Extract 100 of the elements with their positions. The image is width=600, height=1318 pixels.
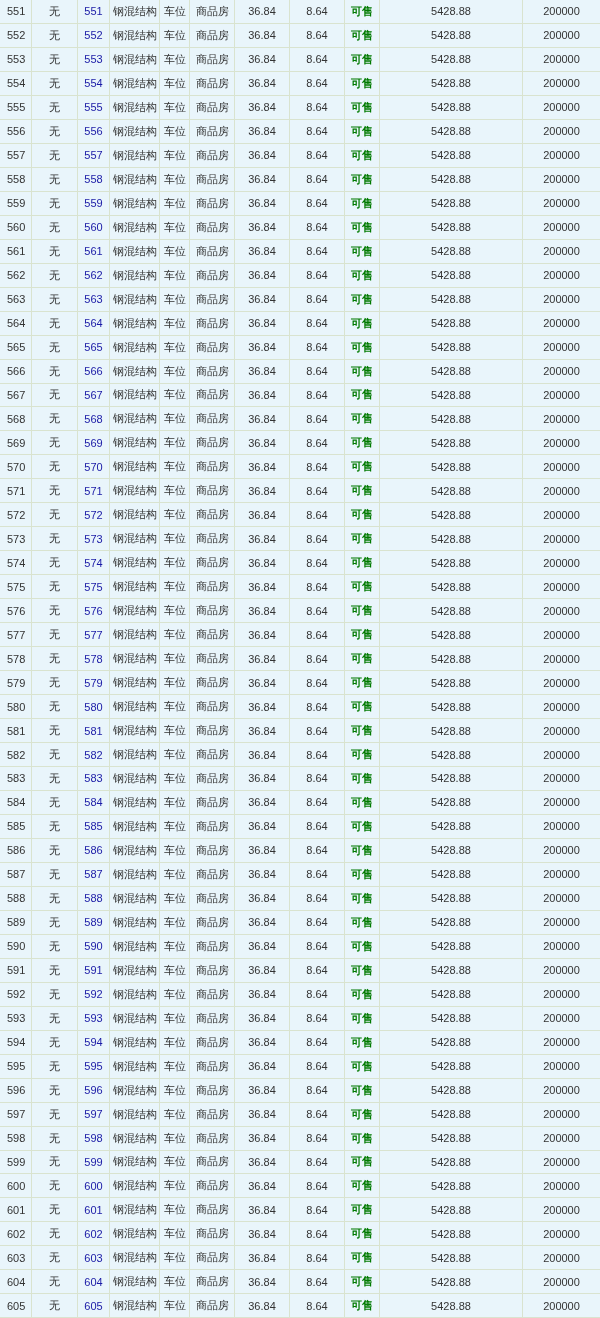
unit-link[interactable]: 587 — [78, 862, 110, 886]
unit-link[interactable]: 565 — [78, 335, 110, 359]
table-cell: 商品房 — [190, 1030, 235, 1054]
status-cell: 可售 — [345, 215, 380, 239]
table-cell: 钢混结构 — [110, 479, 160, 503]
table-cell: 561 — [0, 239, 32, 263]
table-cell: 车位 — [160, 215, 190, 239]
table-cell: 钢混结构 — [110, 647, 160, 671]
unit-link[interactable]: 553 — [78, 47, 110, 71]
table-cell: 5428.88 — [380, 695, 523, 719]
unit-link[interactable]: 567 — [78, 383, 110, 407]
status-cell: 可售 — [345, 479, 380, 503]
table-cell-text: 200000 — [542, 651, 581, 667]
unit-link[interactable]: 558 — [78, 167, 110, 191]
unit-link[interactable]: 566 — [78, 359, 110, 383]
table-cell: 车位 — [160, 982, 190, 1006]
table-cell: 36.84 — [235, 215, 290, 239]
unit-link[interactable]: 601 — [78, 1198, 110, 1222]
unit-link[interactable]: 585 — [78, 814, 110, 838]
unit-link[interactable]: 571 — [78, 479, 110, 503]
table-cell-text: 200000 — [542, 939, 581, 955]
unit-link[interactable]: 563 — [78, 287, 110, 311]
unit-link[interactable]: 593 — [78, 1006, 110, 1030]
table-cell-text: 200000 — [542, 220, 581, 236]
unit-link[interactable]: 580 — [78, 695, 110, 719]
table-cell: 商品房 — [190, 1150, 235, 1174]
table-cell: 5428.88 — [380, 311, 523, 335]
table-cell: 车位 — [160, 1030, 190, 1054]
table-cell: 商品房 — [190, 910, 235, 934]
unit-link[interactable]: 564 — [78, 311, 110, 335]
unit-link[interactable]: 573 — [78, 527, 110, 551]
unit-link[interactable]: 551 — [78, 0, 110, 23]
table-cell: 钢混结构 — [110, 886, 160, 910]
table-cell: 商品房 — [190, 503, 235, 527]
unit-link[interactable]: 570 — [78, 455, 110, 479]
table-cell: 钢混结构 — [110, 455, 160, 479]
unit-link[interactable]: 595 — [78, 1054, 110, 1078]
table-cell-text: 200000 — [542, 28, 581, 44]
table-cell-text: 200000 — [542, 819, 581, 835]
unit-link[interactable]: 581 — [78, 719, 110, 743]
table-cell: 钢混结构 — [110, 1246, 160, 1270]
unit-link[interactable]: 592 — [78, 982, 110, 1006]
unit-link[interactable]: 555 — [78, 95, 110, 119]
unit-link[interactable]: 586 — [78, 838, 110, 862]
unit-link[interactable]: 552 — [78, 23, 110, 47]
unit-link[interactable]: 574 — [78, 551, 110, 575]
unit-link[interactable]: 590 — [78, 934, 110, 958]
table-cell: 36.84 — [235, 1246, 290, 1270]
table-cell: 钢混结构 — [110, 383, 160, 407]
unit-link[interactable]: 594 — [78, 1030, 110, 1054]
table-cell: 8.64 — [290, 527, 345, 551]
table-cell: 无 — [32, 1174, 78, 1198]
unit-link[interactable]: 589 — [78, 910, 110, 934]
unit-link[interactable]: 578 — [78, 647, 110, 671]
table-cell: 574 — [0, 551, 32, 575]
unit-link[interactable]: 556 — [78, 119, 110, 143]
table-cell: 无 — [32, 215, 78, 239]
unit-link[interactable]: 591 — [78, 958, 110, 982]
table-cell: 钢混结构 — [110, 1006, 160, 1030]
unit-link[interactable]: 598 — [78, 1126, 110, 1150]
unit-link[interactable]: 572 — [78, 503, 110, 527]
unit-link[interactable]: 577 — [78, 623, 110, 647]
unit-link[interactable]: 560 — [78, 215, 110, 239]
unit-link[interactable]: 602 — [78, 1222, 110, 1246]
unit-link[interactable]: 557 — [78, 143, 110, 167]
unit-link[interactable]: 568 — [78, 407, 110, 431]
unit-link[interactable]: 604 — [78, 1270, 110, 1294]
unit-link[interactable]: 576 — [78, 599, 110, 623]
unit-link[interactable]: 582 — [78, 743, 110, 766]
unit-link[interactable]: 584 — [78, 790, 110, 814]
table-cell: 钢混结构 — [110, 143, 160, 167]
table-cell: 36.84 — [235, 1054, 290, 1078]
unit-link[interactable]: 575 — [78, 575, 110, 599]
unit-link[interactable]: 603 — [78, 1246, 110, 1270]
table-cell: 无 — [32, 1246, 78, 1270]
table-cell: 599 — [0, 1150, 32, 1174]
status-cell: 可售 — [345, 1030, 380, 1054]
status-cell: 可售 — [345, 1150, 380, 1174]
unit-link[interactable]: 579 — [78, 671, 110, 695]
table-cell: 车位 — [160, 719, 190, 743]
table-cell: 钢混结构 — [110, 215, 160, 239]
unit-link[interactable]: 569 — [78, 431, 110, 455]
unit-link[interactable]: 588 — [78, 886, 110, 910]
unit-link[interactable]: 597 — [78, 1102, 110, 1126]
unit-link[interactable]: 561 — [78, 239, 110, 263]
table-cell: 车位 — [160, 527, 190, 551]
table-cell: 钢混结构 — [110, 743, 160, 766]
table-cell: 8.64 — [290, 23, 345, 47]
unit-link[interactable]: 596 — [78, 1078, 110, 1102]
table-cell: 568 — [0, 407, 32, 431]
table-cell: 5428.88 — [380, 1174, 523, 1198]
table-cell: 无 — [32, 1294, 78, 1318]
unit-link[interactable]: 554 — [78, 71, 110, 95]
unit-link[interactable]: 599 — [78, 1150, 110, 1174]
unit-link[interactable]: 605 — [78, 1294, 110, 1318]
unit-link[interactable]: 583 — [78, 767, 110, 790]
unit-link[interactable]: 559 — [78, 191, 110, 215]
unit-link[interactable]: 600 — [78, 1174, 110, 1198]
status-cell: 可售 — [345, 886, 380, 910]
unit-link[interactable]: 562 — [78, 263, 110, 287]
